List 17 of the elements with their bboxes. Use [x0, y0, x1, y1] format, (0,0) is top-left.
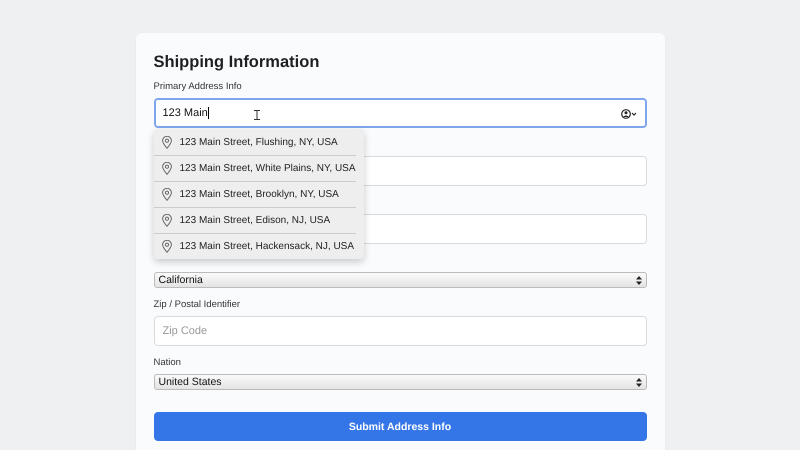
dropdown-select[interactable]: California: [154, 272, 646, 288]
submit-button[interactable]: Submit Address Info: [154, 412, 646, 441]
select-value: United States: [158, 376, 222, 388]
address-suggestion[interactable]: 123 Main Street, Edison, NJ, USA: [154, 207, 356, 233]
field-label: Primary Address Info: [154, 81, 242, 92]
address-suggestion[interactable]: 123 Main Street, Brooklyn, NY, USA: [154, 181, 356, 207]
address-suggestion[interactable]: 123 Main Street, Hackensack, NJ, USA: [154, 233, 356, 259]
select-value: California: [158, 274, 203, 286]
field-value: 123 Main: [162, 107, 208, 119]
address-suggestion[interactable]: 123 Main Street, White Plains, NY, USA: [154, 155, 356, 181]
dropdown-select[interactable]: United States: [154, 374, 646, 390]
form-title: Shipping Information: [154, 52, 320, 72]
field-label: Nation: [154, 357, 181, 368]
field-placeholder: Zip Code: [162, 325, 208, 337]
field-label: Zip / Postal Identifier: [154, 299, 240, 310]
address-suggestion[interactable]: 123 Main Street, Flushing, NY, USA: [154, 129, 356, 155]
text-field[interactable]: 123 Main: [154, 98, 646, 128]
